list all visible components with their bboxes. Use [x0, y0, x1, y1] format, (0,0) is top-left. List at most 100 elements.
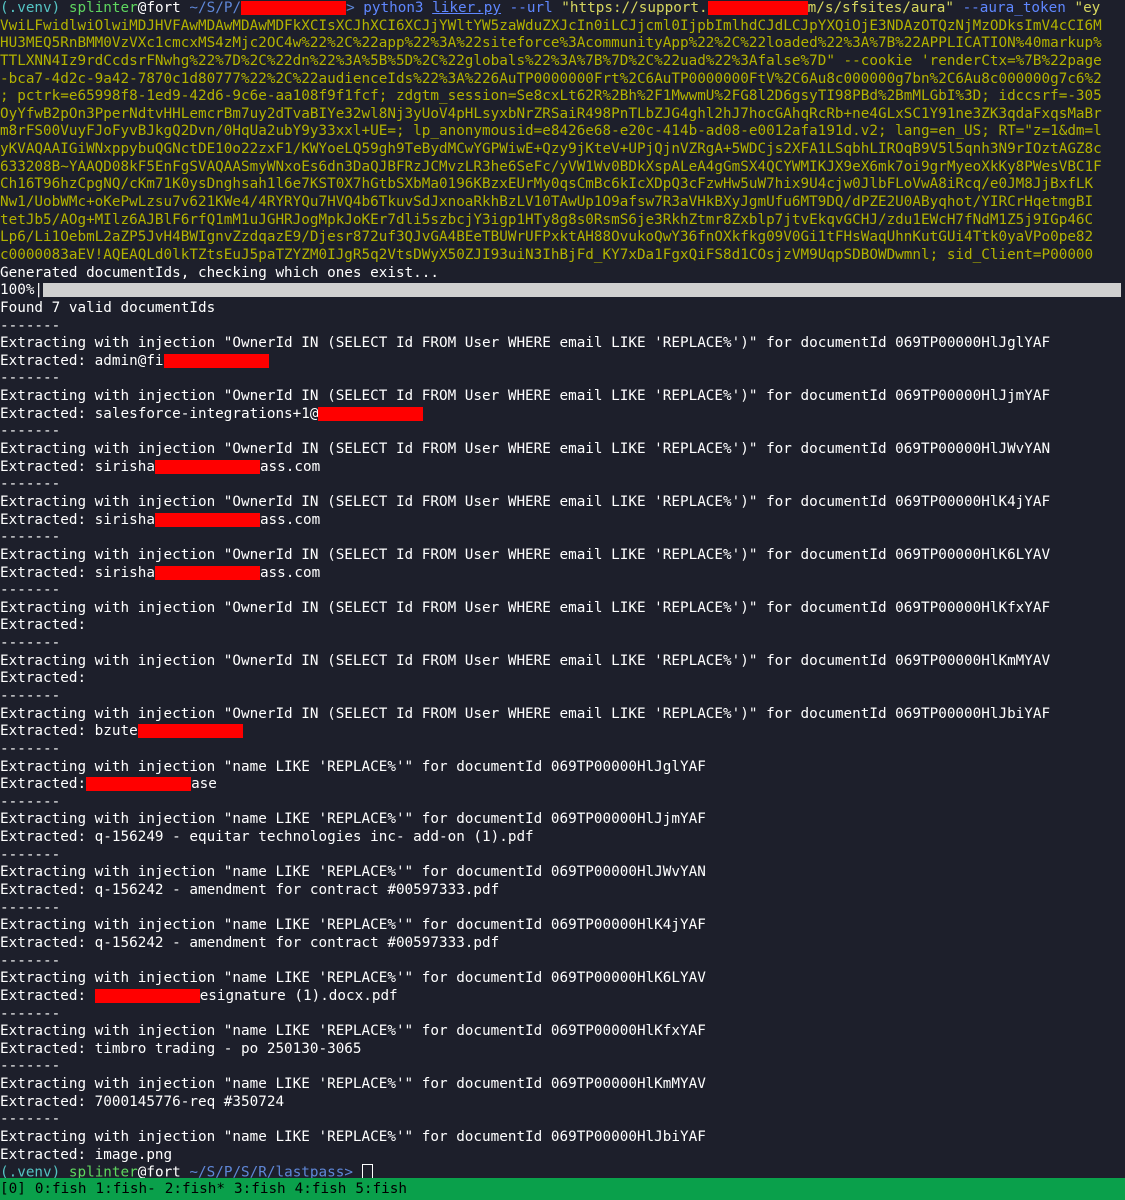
extracted-line: Extracted: sirisha ass.com — [0, 565, 1125, 583]
cookie-text: tetJb5/AOg+MIlz6AJBlF6rfQ1mM1uJGHRJogMpk… — [0, 211, 1094, 228]
extracted-line: Extracted: q-156242 - amendment for cont… — [0, 935, 1125, 953]
injection-line: Extracting with injection "OwnerId IN (S… — [0, 388, 1125, 406]
script-link: liker.py — [432, 0, 502, 16]
text-cursor[interactable] — [361, 1164, 373, 1178]
tmux-window-tab[interactable]: 5:fish — [355, 1181, 407, 1197]
separator-text: ------- — [0, 687, 61, 704]
cookie-text: Nw1/UobWMc+oKePwLzsu7v621KWe4/4RYRYQu7HV… — [0, 194, 1094, 211]
session-label: [0] — [0, 1181, 26, 1197]
extracted-line: Extracted: bzute — [0, 723, 1125, 741]
separator-text: ------- — [0, 635, 61, 652]
injection-line: Extracting with injection "name LIKE 'RE… — [0, 1129, 1125, 1147]
tmux-window-tab[interactable]: 2:fish* — [165, 1181, 225, 1197]
injection-text: Extracting with injection "OwnerId IN (S… — [0, 388, 1051, 405]
injection-text: Extracting with injection "name LIKE 'RE… — [0, 1023, 706, 1040]
separator: ------- — [0, 794, 1125, 812]
command-segment: (.venv) — [0, 0, 69, 16]
injection-line: Extracting with injection "OwnerId IN (S… — [0, 335, 1125, 353]
extracted-text: Extracted: sirisha — [0, 564, 155, 581]
command-segment: ~/S/P/ — [189, 0, 242, 16]
cookie-text: VwiLFwidlwiOlwiMDJHVFAwMDAwMDAwMDFkXCIsX… — [0, 17, 1102, 34]
cookie-text: Ch16T96hzCpgNQ/cKm71K0ysDnghsah1l6e7KST0… — [0, 176, 1094, 193]
status-message: Generated documentIds, checking which on… — [0, 265, 1125, 283]
command-segment: splinter — [68, 0, 138, 16]
cookie-output-line: c0000083aEV!AQEAQLd0lkTZtsEuJ5paTZYZM0IJ… — [0, 247, 1125, 265]
cookie-text: m8rFS00VuyFJoFyvBJkgQ2Dvn/0HqUa2ubY9y33x… — [0, 123, 1102, 140]
redaction-box — [154, 512, 260, 527]
separator: ------- — [0, 688, 1125, 706]
redaction-box — [154, 565, 260, 580]
cookie-output-line: 633208B~YAAQD08kF5EnFgSVAQAASmyWNxoEs6dn… — [0, 159, 1125, 177]
command-segment: python3 — [363, 0, 433, 16]
extracted-text: Extracted: sirisha — [0, 511, 155, 528]
extracted-suffix: ass.com — [259, 458, 321, 475]
extracted-line: Extracted: sirisha ass.com — [0, 459, 1125, 477]
injection-text: Extracting with injection "name LIKE 'RE… — [0, 864, 706, 881]
redaction-box — [154, 459, 260, 474]
progress-label: 100%| — [0, 282, 44, 299]
separator-text: ------- — [0, 476, 61, 493]
injection-line: Extracting with injection "OwnerId IN (S… — [0, 547, 1125, 565]
progress-fill — [43, 283, 1122, 298]
extracted-line: Extracted: q-156242 - amendment for cont… — [0, 882, 1125, 900]
extracted-text: Extracted: 7000145776-req #350724 — [0, 1093, 285, 1110]
injection-line: Extracting with injection "name LIKE 'RE… — [0, 1023, 1125, 1041]
cookie-output-line: -bca7-4d2c-9a42-7870c1d80777%22%2C%22aud… — [0, 71, 1125, 89]
tmux-window-tab[interactable]: 1:fish- — [95, 1181, 155, 1197]
extracted-suffix: ase — [191, 776, 217, 793]
injection-text: Extracting with injection "name LIKE 'RE… — [0, 970, 706, 987]
found-message: Found 7 valid documentIds — [0, 300, 1125, 318]
cookie-text: OyYfwB2pOn3PperNdtvHHLemcrBm7uy2dTvaBIYe… — [0, 105, 1102, 122]
extracted-line: Extracted: 7000145776-req #350724 — [0, 1094, 1125, 1112]
cookie-output-line: tetJb5/AOg+MIlz6AJBlF6rfQ1mM1uJGHRJogMpk… — [0, 212, 1125, 230]
tmux-window-tab[interactable]: 0:fish — [35, 1181, 87, 1197]
cookie-output-line: Ch16T96hzCpgNQ/cKm71K0ysDnghsah1l6e7KST0… — [0, 176, 1125, 194]
cookie-output-line: HU3MEQ5RnBMM0VzVXc1cmcxMS4zMjc2OC4w%22%2… — [0, 35, 1125, 53]
injection-line: Extracting with injection "OwnerId IN (S… — [0, 494, 1125, 512]
command-segment: m/s/sfsites/aura" — [807, 0, 963, 16]
cookie-text: yKVAQAAIGiWNxppybuQGNctDE10o22zxF1/KWYoe… — [0, 141, 1102, 158]
tmux-window-tab[interactable]: 4:fish — [295, 1181, 347, 1197]
extracted-text: Extracted: — [0, 987, 95, 1004]
status-text: Generated documentIds, checking which on… — [0, 264, 439, 281]
separator: ------- — [0, 953, 1125, 971]
separator: ------- — [0, 1058, 1125, 1076]
cookie-output-line: OyYfwB2pOn3PperNdtvHHLemcrBm7uy2dTvaBIYe… — [0, 106, 1125, 124]
separator-text: ------- — [0, 899, 61, 916]
cookie-output-line: TTLXNN4Iz9rdCcdsrFNwhg%22%7D%2C%22dn%22%… — [0, 53, 1125, 71]
command-segment: --url — [501, 0, 562, 16]
shell-prompt: (.venv) splinter@fort ~/S/P/S/R/lastpass… — [0, 1164, 1125, 1178]
terminal-output[interactable]: (.venv) splinter@fort ~/S/P/> python3 li… — [0, 0, 1125, 1178]
injection-text: Extracting with injection "OwnerId IN (S… — [0, 441, 1051, 458]
command-segment: @fort — [137, 0, 190, 16]
extracted-line: Extracted: image.png — [0, 1147, 1125, 1165]
separator-text: ------- — [0, 423, 61, 440]
injection-line: Extracting with injection "name LIKE 'RE… — [0, 759, 1125, 777]
injection-line: Extracting with injection "OwnerId IN (S… — [0, 600, 1125, 618]
separator: ------- — [0, 318, 1125, 336]
separator: ------- — [0, 476, 1125, 494]
separator: ------- — [0, 582, 1125, 600]
extracted-text: Extracted: — [0, 670, 87, 687]
tmux-window-tab[interactable]: 3:fish — [234, 1181, 286, 1197]
progress-bar: 100%| — [0, 282, 1125, 300]
injection-line: Extracting with injection "name LIKE 'RE… — [0, 970, 1125, 988]
injection-text: Extracting with injection "OwnerId IN (S… — [0, 546, 1051, 563]
extracted-line: Extracted: ase — [0, 776, 1125, 794]
separator-text: ------- — [0, 1058, 61, 1075]
command-segment: "ey — [1074, 0, 1101, 16]
redaction-box — [137, 724, 243, 739]
injection-line: Extracting with injection "name LIKE 'RE… — [0, 917, 1125, 935]
found-text: Found 7 valid documentIds — [0, 299, 216, 316]
cookie-output-line: VwiLFwidlwiOlwiMDJHVFAwMDAwMDAwMDFkXCIsX… — [0, 18, 1125, 36]
separator: ------- — [0, 529, 1125, 547]
injection-text: Extracting with injection "OwnerId IN (S… — [0, 493, 1051, 510]
injection-text: Extracting with injection "OwnerId IN (S… — [0, 599, 1051, 616]
username: splinter — [68, 1164, 138, 1178]
cookie-text: ; pctrk=e65998f8-1ed9-42d6-9c6e-aa108f9f… — [0, 88, 1102, 105]
cookie-output-line: Nw1/UobWMc+oKePwLzsu7v621KWe4/4RYRYQu7HV… — [0, 194, 1125, 212]
extracted-line: Extracted: admin@fi — [0, 353, 1125, 371]
separator-text: ------- — [0, 529, 61, 546]
cookie-output-line: Lp6/Li1OebmL2aZP5JvH4BWIgnvZzdqazE9/Djes… — [0, 229, 1125, 247]
extracted-text: Extracted: q-156242 - amendment for cont… — [0, 882, 500, 899]
